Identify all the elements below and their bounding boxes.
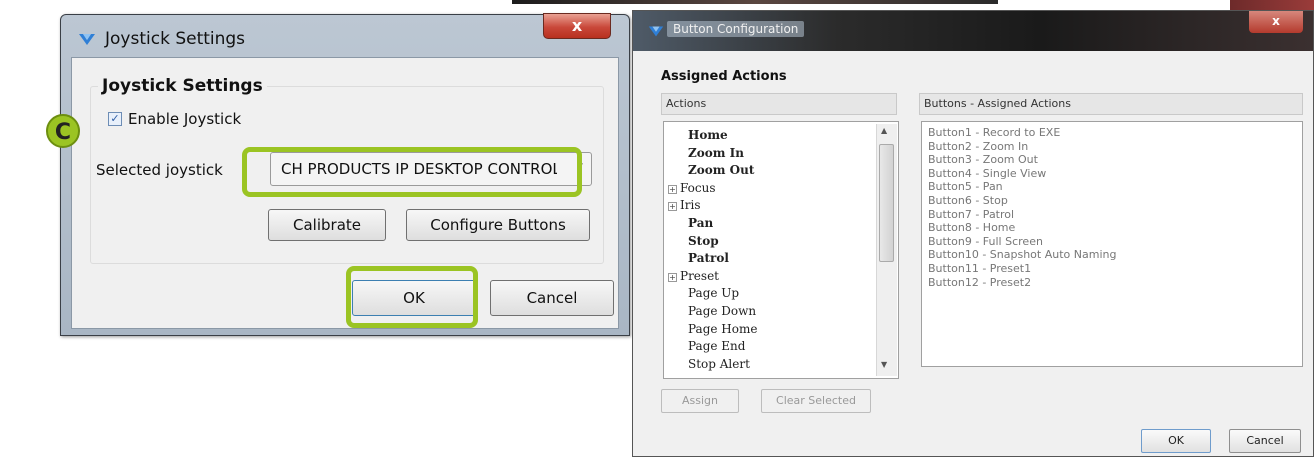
action-tree-item[interactable]: Page Home: [688, 322, 757, 336]
assigned-button-item[interactable]: Button4 - Single View: [928, 167, 1046, 180]
assigned-button-item[interactable]: Button7 - Patrol: [928, 208, 1014, 221]
groupbox-title: Joystick Settings: [98, 76, 267, 96]
assigned-button-item[interactable]: Button8 - Home: [928, 221, 1015, 234]
highlight-ok-button: [346, 266, 478, 328]
dialog-title: Joystick Settings: [105, 29, 246, 49]
configure-buttons-button[interactable]: Configure Buttons: [406, 209, 590, 241]
highlight-joystick-select: [242, 147, 582, 197]
action-tree-item[interactable]: Page Down: [688, 304, 756, 318]
close-button[interactable]: x: [543, 13, 611, 39]
assigned-actions-heading: Assigned Actions: [661, 69, 787, 84]
action-tree-item[interactable]: Page Up: [688, 286, 739, 300]
assigned-button-item[interactable]: Button6 - Stop: [928, 194, 1008, 207]
action-tree-item[interactable]: Preset: [680, 269, 719, 283]
assigned-button-item[interactable]: Button5 - Pan: [928, 180, 1003, 193]
assigned-button-item[interactable]: Button9 - Full Screen: [928, 235, 1043, 248]
actions-tree[interactable]: Home Zoom In Zoom Out + Focus + Iris Pan Stop Pat…: [663, 121, 899, 379]
tree-expand-icon[interactable]: +: [668, 202, 677, 212]
enable-joystick-checkbox[interactable]: ✓: [108, 112, 122, 126]
action-tree-item[interactable]: Iris: [680, 198, 700, 212]
scroll-down-icon[interactable]: ▼: [881, 360, 887, 369]
cancel-button[interactable]: Cancel: [490, 280, 614, 316]
cancel-button[interactable]: Cancel: [1229, 429, 1301, 453]
close-button[interactable]: x: [1249, 11, 1303, 33]
calibrate-button[interactable]: Calibrate: [268, 209, 386, 241]
action-tree-item[interactable]: Zoom Out: [688, 163, 754, 177]
action-tree-item[interactable]: Stop Alert: [688, 357, 750, 371]
scroll-up-icon[interactable]: ▲: [881, 126, 887, 135]
assigned-button-item[interactable]: Button11 - Preset1: [928, 262, 1031, 275]
clear-selected-button[interactable]: Clear Selected: [761, 389, 871, 413]
tree-expand-icon[interactable]: +: [668, 184, 677, 194]
actions-scrollbar[interactable]: ▲ ▼: [876, 124, 897, 376]
assign-button[interactable]: Assign: [661, 389, 739, 413]
actions-column-header: Actions: [661, 93, 897, 115]
action-tree-item[interactable]: Stop: [688, 234, 719, 248]
step-badge: C: [46, 114, 80, 148]
assigned-button-item[interactable]: Button2 - Zoom In: [928, 140, 1028, 153]
action-tree-item[interactable]: Patrol: [688, 251, 729, 265]
app-logo-icon: [648, 26, 664, 37]
action-tree-item[interactable]: Pan: [688, 216, 713, 230]
ok-button[interactable]: OK: [1141, 429, 1211, 453]
selected-joystick-label: Selected joystick: [96, 161, 223, 179]
assigned-button-item[interactable]: Button1 - Record to EXE: [928, 126, 1060, 139]
dialog-title: Button Configuration: [667, 21, 805, 37]
scrollbar-thumb[interactable]: [879, 144, 894, 262]
action-tree-item[interactable]: Home: [688, 128, 728, 142]
background-window-strip: [512, 0, 998, 4]
button-configuration-dialog: Button Configuration x Assigned Actions …: [632, 10, 1314, 457]
tree-expand-icon[interactable]: +: [668, 272, 677, 282]
app-logo-icon: [79, 34, 95, 45]
action-tree-item[interactable]: Focus: [680, 181, 716, 195]
buttons-column-header: Buttons - Assigned Actions: [919, 93, 1303, 115]
action-tree-item[interactable]: Page End: [688, 339, 745, 353]
assigned-buttons-list[interactable]: Button1 - Record to EXE Button2 - Zoom In…: [921, 121, 1303, 367]
action-tree-item[interactable]: Zoom In: [688, 146, 744, 160]
assigned-button-item[interactable]: Button12 - Preset2: [928, 276, 1031, 289]
assigned-button-item[interactable]: Button3 - Zoom Out: [928, 153, 1038, 166]
assigned-button-item[interactable]: Button10 - Snapshot Auto Naming: [928, 248, 1116, 261]
enable-joystick-label[interactable]: Enable Joystick: [128, 110, 241, 128]
